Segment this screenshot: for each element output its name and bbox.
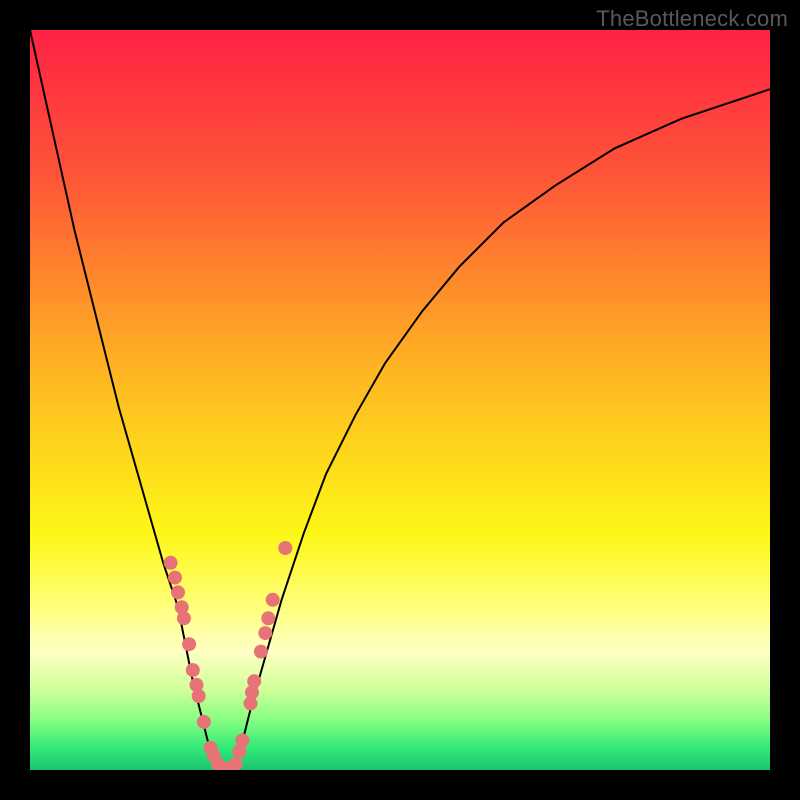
- data-point: [197, 715, 211, 729]
- curves-layer: [30, 30, 770, 770]
- data-point: [261, 611, 275, 625]
- data-point: [229, 757, 243, 770]
- data-point: [235, 733, 249, 747]
- data-point: [258, 626, 272, 640]
- data-point: [254, 645, 268, 659]
- data-point: [177, 611, 191, 625]
- data-point: [192, 689, 206, 703]
- chart-frame: TheBottleneck.com: [0, 0, 800, 800]
- data-point: [164, 556, 178, 570]
- data-point: [247, 674, 261, 688]
- curve-right-curve: [230, 89, 770, 770]
- data-point: [171, 585, 185, 599]
- data-point: [168, 571, 182, 585]
- data-point: [278, 541, 292, 555]
- data-point: [182, 637, 196, 651]
- data-point: [186, 663, 200, 677]
- watermark-text: TheBottleneck.com: [596, 6, 788, 32]
- curve-left-curve: [30, 30, 222, 770]
- plot-area: [30, 30, 770, 770]
- data-point: [266, 593, 280, 607]
